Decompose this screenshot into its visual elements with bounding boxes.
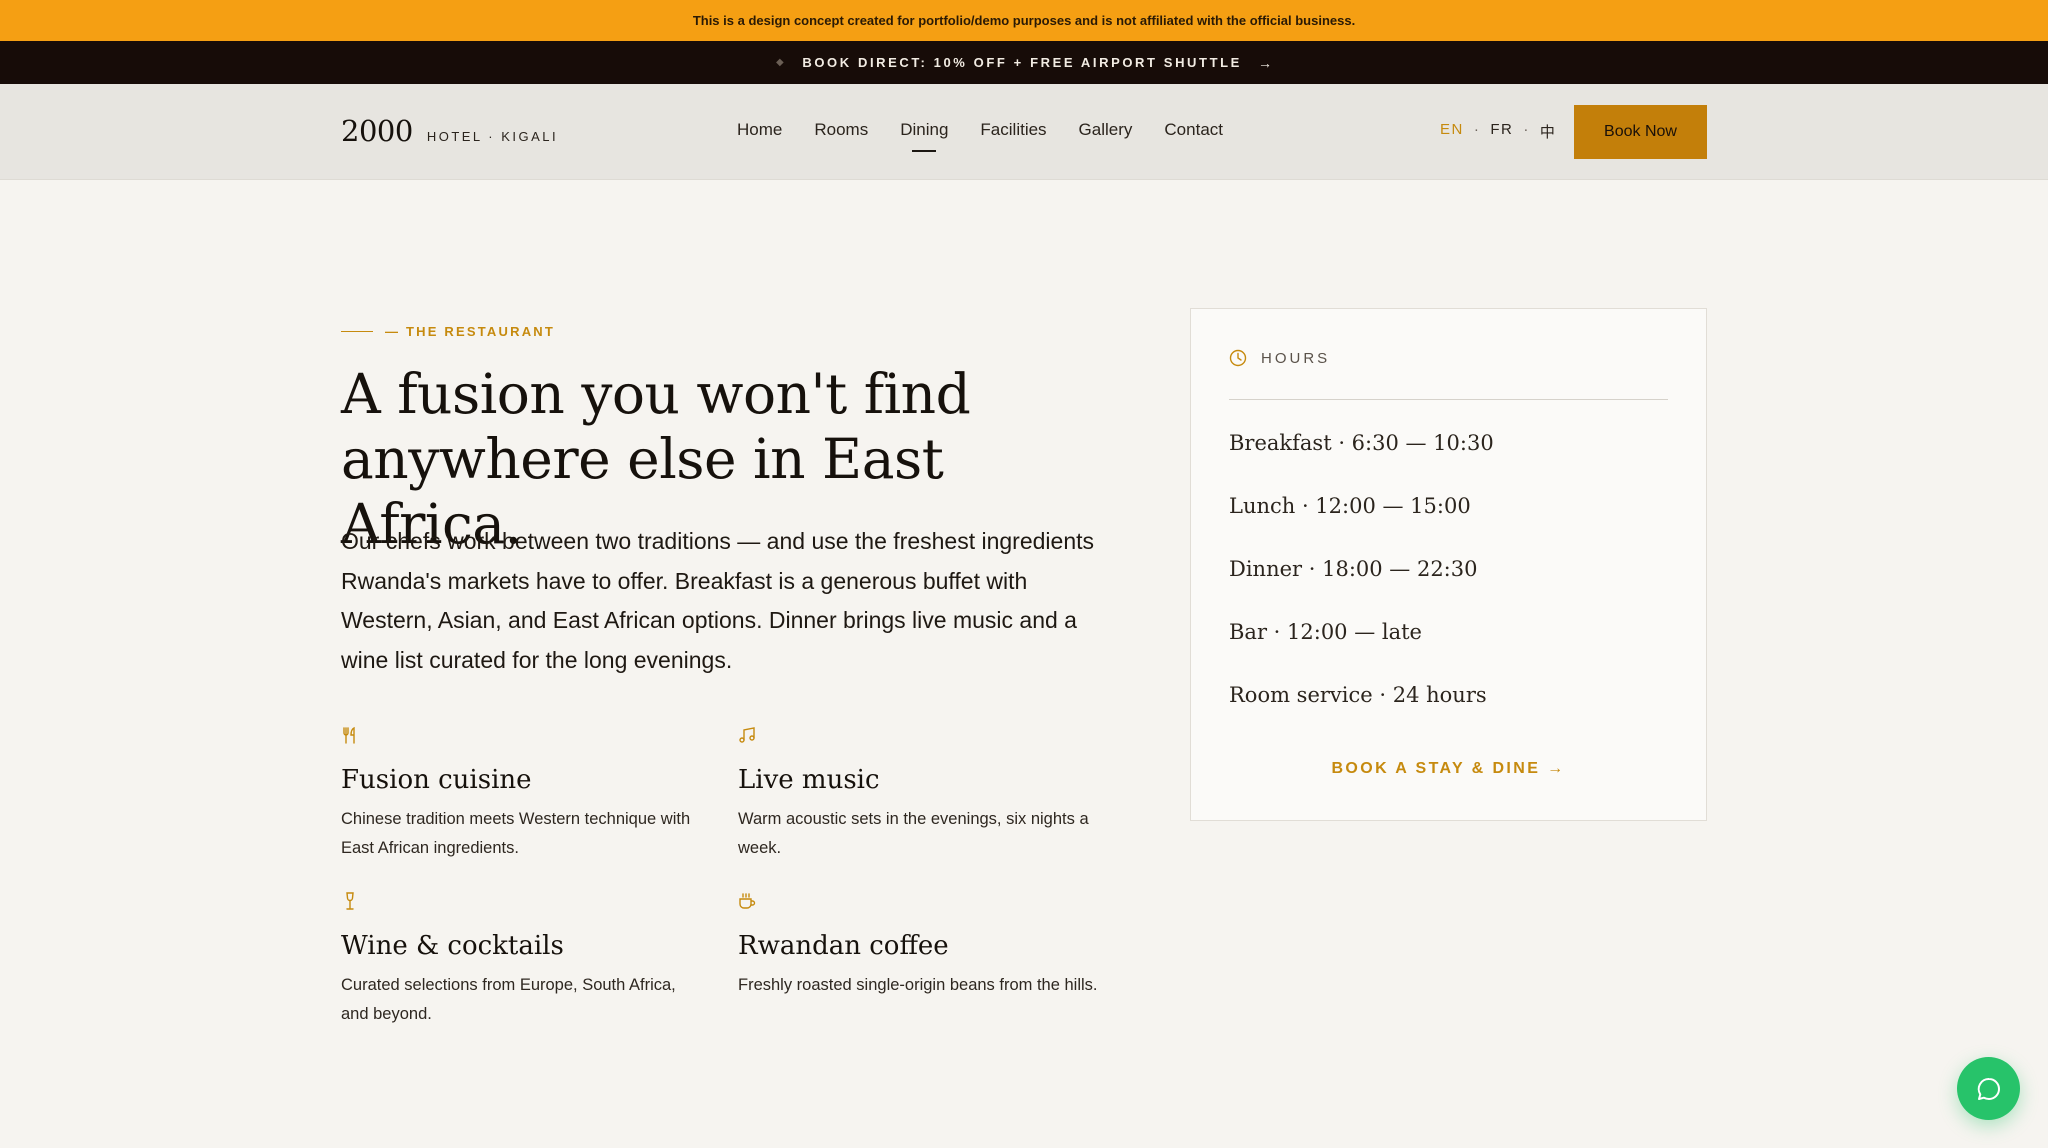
main-menu: Home Rooms Dining Facilities Gallery Con…	[737, 114, 1223, 152]
hours-row-lunch: Lunch · 12:00 — 15:00	[1229, 494, 1471, 518]
lang-separator: ·	[1523, 121, 1530, 138]
lang-zh[interactable]: 中	[1540, 121, 1557, 142]
feature-title: Fusion cuisine	[341, 765, 532, 795]
language-switcher: EN · FR · 中	[1440, 121, 1556, 142]
feature-title: Rwandan coffee	[738, 931, 949, 961]
book-stay-dine-link[interactable]: BOOK A STAY & DINE →	[1191, 760, 1706, 778]
nav-gallery[interactable]: Gallery	[1079, 114, 1133, 146]
nav-rooms[interactable]: Rooms	[814, 114, 868, 146]
logo-number[interactable]: 2000	[341, 114, 413, 148]
feature-description: Curated selections from Europe, South Af…	[341, 976, 676, 1023]
hours-divider	[1229, 399, 1668, 400]
wine-glass-icon	[346, 892, 354, 910]
diamond-icon: ◆	[776, 57, 787, 68]
section-eyebrow: — THE RESTAURANT	[341, 324, 555, 339]
chat-button[interactable]	[1957, 1057, 2020, 1120]
hours-header: HOURS	[1229, 349, 1330, 367]
disclaimer-banner: This is a design concept created for por…	[0, 0, 2048, 41]
feature-title: Live music	[738, 765, 880, 795]
hours-title: HOURS	[1261, 349, 1331, 367]
logo-subtitle[interactable]: HOTEL · KIGALI	[427, 129, 558, 144]
feature-fusion-cuisine: Fusion cuisine Chinese tradition meets W…	[341, 726, 701, 863]
chat-bubble-icon[interactable]	[1975, 1075, 2003, 1103]
eyebrow-text: — THE RESTAURANT	[385, 324, 556, 339]
promo-bar[interactable]: ◆ BOOK DIRECT: 10% OFF + FREE AIRPORT SH…	[0, 41, 2048, 84]
feature-rwandan-coffee: Rwandan coffee Freshly roasted single-or…	[738, 892, 1098, 1000]
nav-contact[interactable]: Contact	[1164, 114, 1223, 146]
feature-live-music: Live music Warm acoustic sets in the eve…	[738, 726, 1098, 863]
lang-fr[interactable]: FR	[1490, 121, 1513, 142]
hours-row-bar: Bar · 12:00 — late	[1229, 620, 1422, 644]
music-note-icon	[739, 727, 755, 743]
feature-description: Warm acoustic sets in the evenings, six …	[738, 810, 1089, 857]
disclaimer-text: This is a design concept created for por…	[692, 13, 1356, 28]
nav-dining[interactable]: Dining	[900, 114, 948, 152]
eyebrow-line	[341, 331, 373, 332]
logo[interactable]: 2000 HOTEL · KIGALI	[341, 114, 558, 148]
feature-wine-cocktails: Wine & cocktails Curated selections from…	[341, 892, 701, 1029]
nav-home[interactable]: Home	[737, 114, 782, 146]
hours-list: Breakfast · 6:30 — 10:30 Lunch · 12:00 —…	[1229, 431, 1494, 746]
feature-title: Wine & cocktails	[341, 931, 564, 961]
clock-icon	[1229, 349, 1247, 367]
lang-separator: ·	[1473, 121, 1481, 138]
hours-row-dinner: Dinner · 18:00 — 22:30	[1229, 557, 1478, 581]
site-header: 2000 HOTEL · KIGALI Home Rooms Dining Fa…	[0, 84, 2048, 180]
coffee-cup-icon	[739, 893, 756, 909]
arrow-right-icon[interactable]: →	[1258, 55, 1272, 71]
book-now-button[interactable]: Book Now	[1574, 105, 1707, 159]
hours-card: HOURS Breakfast · 6:30 — 10:30 Lunch · 1…	[1190, 308, 1707, 821]
nav-facilities[interactable]: Facilities	[980, 114, 1046, 146]
feature-description: Chinese tradition meets Western techniqu…	[341, 810, 691, 857]
utensils-icon	[343, 726, 355, 744]
hours-row-room-service: Room service · 24 hours	[1229, 683, 1487, 707]
intro-paragraph: Our chefs work between two traditions — …	[341, 528, 1095, 673]
hours-row-breakfast: Breakfast · 6:30 — 10:30	[1229, 431, 1494, 455]
promo-text[interactable]: BOOK DIRECT: 10% OFF + FREE AIRPORT SHUT…	[802, 55, 1242, 70]
lang-en[interactable]: EN	[1440, 121, 1464, 142]
feature-description: Freshly roasted single-origin beans from…	[738, 976, 1098, 994]
